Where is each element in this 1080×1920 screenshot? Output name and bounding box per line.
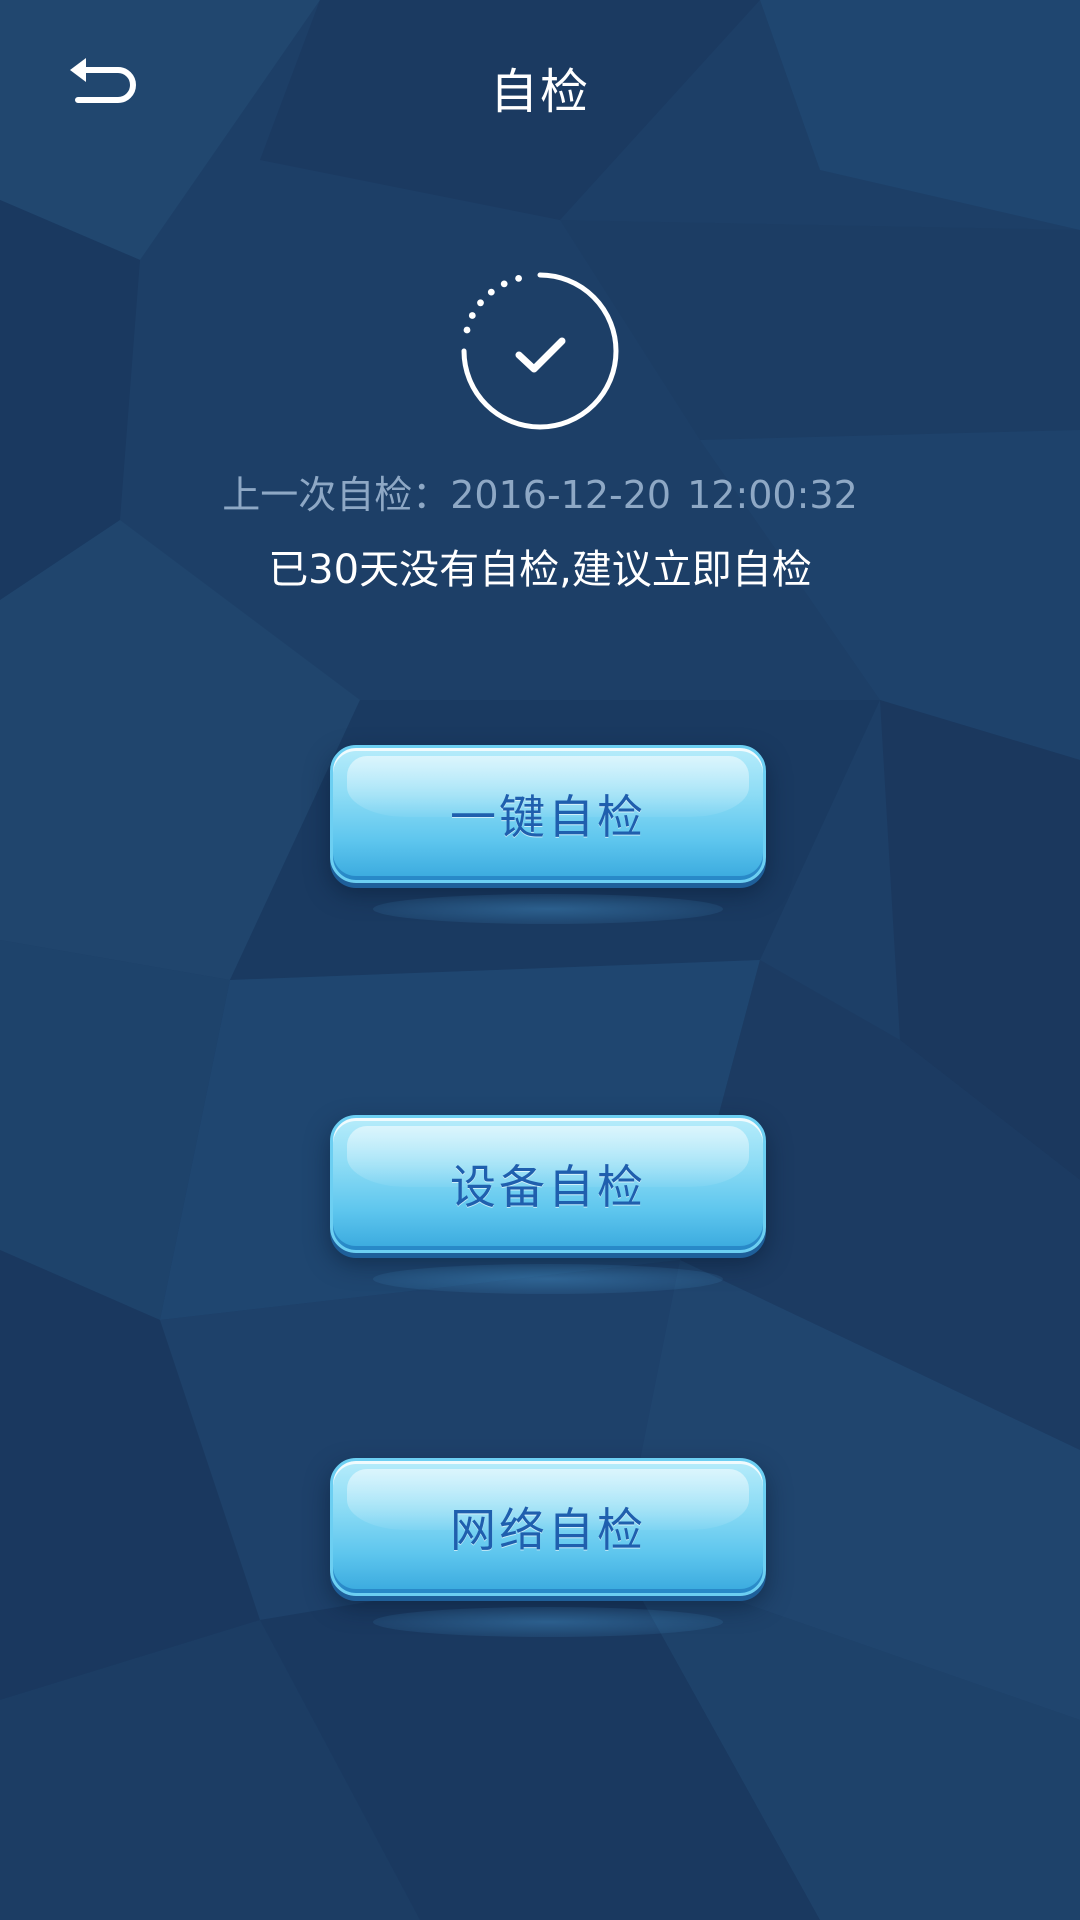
- self-check-screen: 自检 上一次自检：2016-12-20 12:00:32 已30天没有自检,建议立…: [0, 0, 1080, 1920]
- check-circle-icon: [461, 272, 619, 430]
- last-check-time: 12:00:32: [687, 473, 858, 517]
- device-check-button[interactable]: 设备自检: [330, 1115, 766, 1294]
- network-check-button[interactable]: 网络自检: [330, 1458, 766, 1637]
- one-key-check-label: 一键自检: [450, 790, 646, 844]
- last-check-date: 2016-12-20: [450, 473, 672, 517]
- one-key-check-button[interactable]: 一键自检: [330, 745, 766, 924]
- last-check-line: 上一次自检：2016-12-20 12:00:32: [0, 465, 1080, 525]
- network-check-label: 网络自检: [450, 1503, 646, 1557]
- last-check-label: 上一次自检：: [222, 473, 451, 517]
- page-title: 自检: [489, 64, 590, 120]
- check-advice-text: 已30天没有自检,建议立即自检: [268, 547, 812, 593]
- device-check-label: 设备自检: [450, 1160, 646, 1214]
